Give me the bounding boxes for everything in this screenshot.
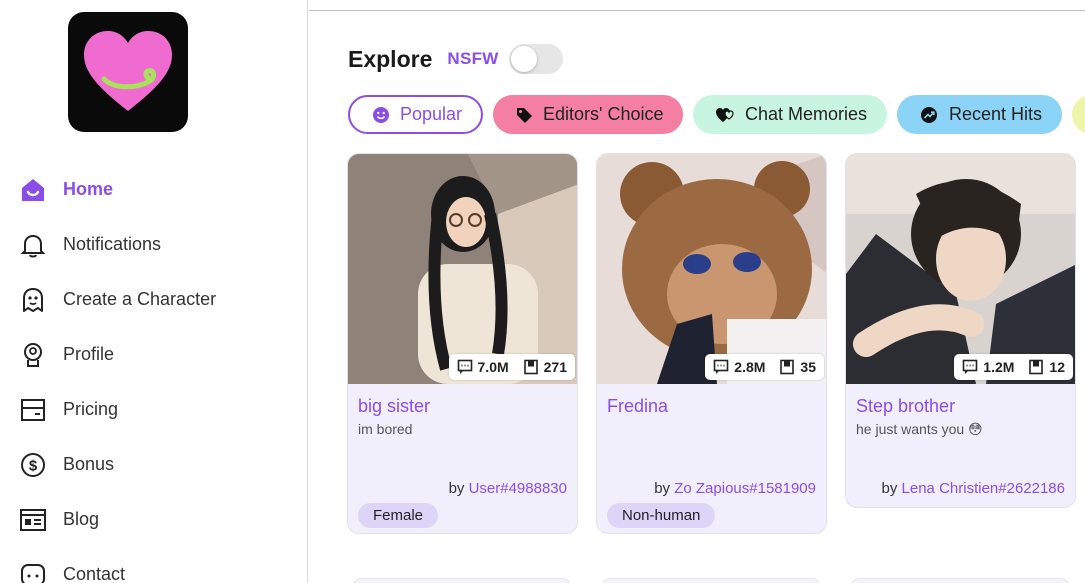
dollar-coin-icon: $ xyxy=(18,450,48,480)
sidebar-item-label: Notifications xyxy=(63,234,162,254)
category-chips: Popular Editors' Choice Chat Memories Re… xyxy=(348,95,1085,134)
by-prefix: by xyxy=(881,480,898,497)
author-link[interactable]: User#4988830 xyxy=(469,480,567,497)
sidebar-item-pricing[interactable]: Pricing xyxy=(18,382,298,437)
book-icon xyxy=(523,359,539,375)
chip-label: Editors' Choice xyxy=(543,104,664,124)
character-image: 7.0M 271 xyxy=(348,154,577,384)
sidebar-item-label: Create a Character xyxy=(63,289,217,309)
next-card-peek xyxy=(602,578,820,583)
main-content: Explore NSFW Popular Editors' Choice Cha… xyxy=(309,0,1085,583)
message-icon xyxy=(457,359,473,375)
memory-count: 12 xyxy=(1049,359,1065,375)
explore-header: Explore NSFW xyxy=(348,44,563,74)
nsfw-label: NSFW xyxy=(447,49,499,68)
newspaper-icon xyxy=(18,505,48,535)
character-name[interactable]: big sister xyxy=(358,396,430,417)
heart-logo-icon xyxy=(84,31,172,111)
author-link[interactable]: Zo Zapious#1581909 xyxy=(674,480,816,497)
sidebar-item-label: Contact xyxy=(63,564,126,583)
card-stats: 7.0M 271 xyxy=(448,354,575,380)
character-card[interactable]: 1.2M 12 Step brother he just wants you 😳… xyxy=(845,153,1076,508)
card-stats: 1.2M 12 xyxy=(954,354,1073,380)
sidebar-item-label: Blog xyxy=(63,509,100,529)
page-title: Explore xyxy=(348,45,433,72)
sidebar-item-label: Bonus xyxy=(63,454,115,474)
tag-icon xyxy=(515,105,533,125)
chip-label: Recent Hits xyxy=(948,104,1042,124)
author-link[interactable]: Lena Christien#2622186 xyxy=(902,480,1065,497)
character-card[interactable]: 2.8M 35 Fredina by Zo Zapious#1581909 No… xyxy=(596,153,827,534)
header-divider xyxy=(309,10,1085,11)
character-author: by Zo Zapious#1581909 xyxy=(654,480,816,497)
card-stats: 2.8M 35 xyxy=(705,354,824,380)
memory-count: 35 xyxy=(800,359,816,375)
character-author: by User#4988830 xyxy=(449,480,567,497)
smile-icon xyxy=(372,105,390,125)
message-count: 2.8M xyxy=(734,359,766,375)
sidebar-item-create-character[interactable]: Create a Character xyxy=(18,272,298,327)
sidebar-item-profile[interactable]: Profile xyxy=(18,327,298,382)
svg-text:$: $ xyxy=(29,457,38,474)
next-card-peek xyxy=(353,578,571,583)
hearts-icon xyxy=(715,105,735,125)
book-icon xyxy=(1028,359,1044,375)
character-name[interactable]: Step brother xyxy=(856,396,955,417)
chip-editors-choice[interactable]: Editors' Choice xyxy=(493,95,683,134)
character-tag[interactable]: Female xyxy=(358,503,439,528)
app-logo[interactable] xyxy=(68,12,188,132)
chat-bubble-icon xyxy=(18,560,48,583)
message-count: 7.0M xyxy=(477,359,509,375)
ghost-icon xyxy=(18,285,48,315)
character-tag[interactable]: Non-human xyxy=(607,503,716,528)
chip-label: Popular xyxy=(400,104,463,124)
bell-icon xyxy=(18,230,48,260)
sidebar-item-label: Home xyxy=(63,179,114,199)
home-icon xyxy=(18,175,48,205)
character-image: 1.2M 12 xyxy=(846,154,1075,384)
trending-icon xyxy=(919,105,939,125)
toggle-knob xyxy=(510,46,537,72)
by-prefix: by xyxy=(448,480,465,497)
next-card-peek xyxy=(851,578,1069,583)
chip-chat-memories[interactable]: Chat Memories xyxy=(693,95,887,134)
message-count: 1.2M xyxy=(983,359,1015,375)
character-card[interactable]: 7.0M 271 big sister im bored by User#498… xyxy=(347,153,578,534)
by-prefix: by xyxy=(654,480,671,497)
memory-count: 271 xyxy=(543,359,567,375)
book-icon xyxy=(779,359,795,375)
chip-more[interactable] xyxy=(1072,95,1085,134)
sidebar-item-label: Profile xyxy=(63,344,115,364)
chip-label: Chat Memories xyxy=(745,104,868,124)
sidebar-item-contact[interactable]: Contact xyxy=(18,547,298,583)
sidebar-item-notifications[interactable]: Notifications xyxy=(18,217,298,272)
sidebar-item-home[interactable]: Home xyxy=(18,162,298,217)
character-image: 2.8M 35 xyxy=(597,154,826,384)
sidebar-nav: Home Notifications Create a Character Pr… xyxy=(18,162,298,583)
sidebar: Home Notifications Create a Character Pr… xyxy=(0,0,308,583)
chip-popular[interactable]: Popular xyxy=(348,95,483,134)
nsfw-toggle[interactable] xyxy=(508,44,563,74)
sidebar-item-bonus[interactable]: $ Bonus xyxy=(18,437,298,492)
sidebar-item-label: Pricing xyxy=(63,399,119,419)
message-icon xyxy=(713,359,729,375)
message-icon xyxy=(962,359,978,375)
character-description: he just wants you 😳 xyxy=(856,421,983,437)
profile-badge-icon xyxy=(18,340,48,370)
chip-recent-hits[interactable]: Recent Hits xyxy=(897,95,1062,134)
card-icon xyxy=(18,395,48,425)
sidebar-item-blog[interactable]: Blog xyxy=(18,492,298,547)
character-description: im bored xyxy=(358,421,413,437)
character-author: by Lena Christien#2622186 xyxy=(882,480,1065,497)
character-name[interactable]: Fredina xyxy=(607,396,668,417)
